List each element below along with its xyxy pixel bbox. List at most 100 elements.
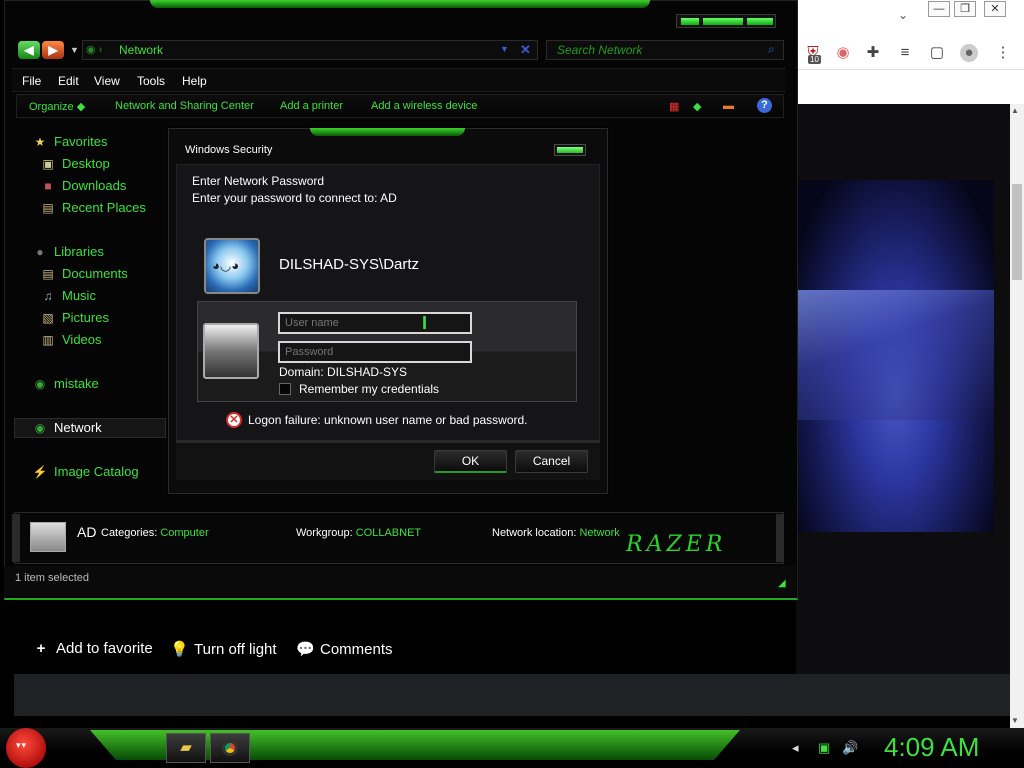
- extension-flag-icon[interactable]: ◉: [834, 44, 852, 62]
- menu-file[interactable]: File: [22, 74, 41, 88]
- details-categories: Categories: Computer: [101, 527, 209, 539]
- address-clear-icon[interactable]: ✕: [520, 42, 531, 58]
- sidebar-item-downloads[interactable]: ■ Downloads: [40, 178, 126, 193]
- organize-button[interactable]: Organize ◆: [29, 100, 85, 113]
- menu-bar: File Edit View Tools Help: [12, 68, 786, 92]
- sidebar-item-videos[interactable]: ▥ Videos: [40, 332, 102, 347]
- preview-pane-icon[interactable]: ▬: [723, 100, 734, 112]
- network-location-value: Network: [579, 527, 620, 539]
- extensions-puzzle-icon[interactable]: ✚: [864, 44, 882, 62]
- sidebar-item-desktop[interactable]: ▣ Desktop: [40, 156, 109, 171]
- organize-label: Organize: [29, 101, 74, 113]
- details-item-name: AD: [77, 524, 97, 540]
- sidebar-favorites[interactable]: ★ Favorites: [32, 134, 108, 149]
- explorer-maximize-button[interactable]: [703, 18, 743, 25]
- side-panel-icon[interactable]: ▢: [928, 44, 946, 62]
- search-input[interactable]: Search Network: [546, 40, 784, 60]
- add-to-favorite-button[interactable]: + Add to favorite: [32, 640, 153, 657]
- browser-menu-icon[interactable]: ⋮: [994, 44, 1012, 62]
- pictures-icon: ▧: [42, 311, 54, 325]
- tab-search-chevron-icon[interactable]: ⌄: [898, 8, 908, 22]
- username-input[interactable]: [278, 312, 472, 334]
- network-sharing-center-button[interactable]: Network and Sharing Center: [115, 100, 254, 112]
- saved-user-avatar[interactable]: [204, 238, 260, 294]
- videos-icon: ▥: [42, 333, 54, 347]
- categories-value: Computer: [160, 527, 209, 539]
- sidebar-item-recent-places[interactable]: ▤ Recent Places: [40, 200, 146, 215]
- scroll-up-icon[interactable]: ▲: [1011, 106, 1019, 115]
- libraries-icon: ●: [36, 245, 44, 259]
- view-dropdown-icon[interactable]: ◆: [693, 100, 701, 113]
- profile-avatar-icon[interactable]: ●: [960, 44, 978, 62]
- lightbulb-icon: 💡: [170, 641, 189, 658]
- sidebar-recent-label: Recent Places: [62, 200, 146, 215]
- sidebar-item-pictures[interactable]: ▧ Pictures: [40, 310, 109, 325]
- remember-credentials-label[interactable]: Remember my credentials: [299, 382, 439, 396]
- add-printer-button[interactable]: Add a printer: [280, 100, 343, 112]
- sidebar-item-music[interactable]: ♫ Music: [40, 288, 96, 303]
- volume-icon[interactable]: 🔊: [842, 740, 858, 756]
- scrollbar-thumb[interactable]: [1012, 184, 1022, 280]
- menu-edit[interactable]: Edit: [58, 74, 79, 88]
- explorer-minimize-button[interactable]: [681, 18, 699, 25]
- sidebar-documents-label: Documents: [62, 266, 128, 281]
- help-icon[interactable]: ?: [757, 98, 772, 113]
- ok-button[interactable]: OK: [434, 450, 507, 473]
- sidebar-item-image-catalog[interactable]: ⚡ Image Catalog: [32, 464, 139, 479]
- resize-grip-icon[interactable]: ◢: [778, 578, 786, 589]
- remember-credentials-checkbox[interactable]: [279, 383, 291, 395]
- scroll-down-icon[interactable]: ▼: [1011, 716, 1019, 725]
- taskbar-explorer-button[interactable]: ▰: [166, 733, 206, 763]
- sidebar-homegroup-user[interactable]: ◉ mistake: [32, 376, 99, 391]
- turn-off-light-button[interactable]: 💡 Turn off light: [170, 640, 277, 658]
- organize-dropdown-icon: ◆: [76, 101, 86, 113]
- media-control-icon[interactable]: ≡: [896, 44, 914, 62]
- comments-label: Comments: [320, 641, 393, 658]
- details-pane-left-bracket: [12, 514, 20, 562]
- sidebar-item-documents[interactable]: ▤ Documents: [40, 266, 128, 281]
- workgroup-label: Workgroup:: [296, 527, 353, 539]
- sidebar-videos-label: Videos: [62, 332, 102, 347]
- page-footer-strip: [14, 674, 1010, 716]
- back-arrow-icon[interactable]: ◀: [18, 41, 40, 59]
- sidebar-downloads-label: Downloads: [62, 178, 127, 193]
- forward-arrow-icon[interactable]: ▶: [42, 41, 64, 59]
- minimize-button[interactable]: —: [928, 1, 950, 17]
- recent-pages-chevron-icon[interactable]: ▼: [70, 45, 79, 55]
- password-input[interactable]: [278, 341, 472, 363]
- taskbar-clock[interactable]: 4:09 AM: [884, 732, 979, 763]
- sidebar-libraries[interactable]: ● Libraries: [32, 244, 104, 259]
- menu-tools[interactable]: Tools: [137, 74, 165, 88]
- cancel-button[interactable]: Cancel: [515, 450, 588, 473]
- network-breadcrumb-icon: ◉ ›: [86, 44, 103, 56]
- comments-button[interactable]: 💬 Comments: [296, 640, 393, 658]
- network-tray-icon[interactable]: ▣: [818, 740, 830, 756]
- saved-user-name[interactable]: DILSHAD-SYS\Dartz: [279, 256, 419, 273]
- status-bar: [4, 566, 796, 596]
- address-dropdown-icon[interactable]: ▼: [500, 44, 509, 54]
- image-catalog-icon: ⚡: [32, 465, 48, 479]
- explorer-close-button[interactable]: [747, 18, 773, 25]
- tray-arrow-icon[interactable]: ◂: [792, 740, 799, 756]
- status-text: 1 item selected: [15, 572, 89, 584]
- close-button[interactable]: ✕: [984, 1, 1006, 17]
- command-bar: Organize ◆ Network and Sharing Center Ad…: [16, 94, 784, 118]
- menu-view[interactable]: View: [94, 74, 120, 88]
- taskbar-chrome-button[interactable]: [210, 733, 250, 763]
- sidebar-item-network[interactable]: ◉ Network: [32, 420, 102, 435]
- view-options-icon[interactable]: ▦: [669, 100, 679, 113]
- add-wireless-device-button[interactable]: Add a wireless device: [371, 100, 477, 112]
- dialog-close-button[interactable]: [554, 144, 586, 156]
- workgroup-value: COLLABNET: [355, 527, 422, 539]
- address-bar[interactable]: Network: [82, 40, 538, 60]
- start-button[interactable]: [6, 728, 46, 768]
- plus-icon: +: [36, 640, 46, 657]
- restore-button[interactable]: ❐: [954, 1, 976, 17]
- dialog-heading: Enter Network Password: [192, 174, 325, 188]
- window-top-glow: [150, 0, 650, 8]
- sidebar-libraries-label: Libraries: [54, 244, 104, 259]
- menu-help[interactable]: Help: [182, 74, 207, 88]
- homegroup-icon: ◉: [34, 377, 46, 391]
- dialog-subheading: Enter your password to connect to: AD: [192, 191, 397, 205]
- search-icon[interactable]: ⌕: [768, 42, 775, 57]
